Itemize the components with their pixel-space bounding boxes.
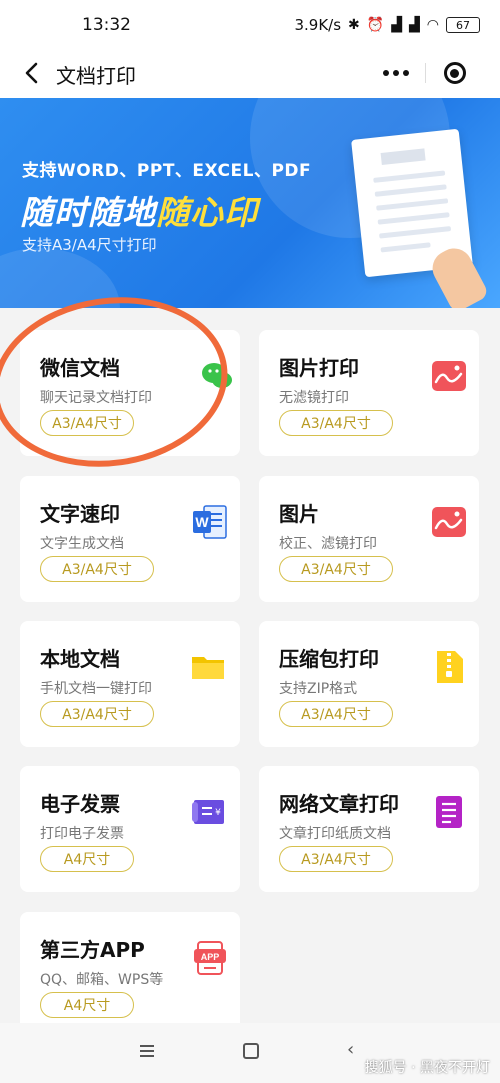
banner-headline-part1: 随时随地	[20, 193, 156, 232]
card-zip-print[interactable]: 压缩包打印 支持ZIP格式 A3/A4尺寸	[259, 621, 479, 747]
card-title: 压缩包打印	[279, 647, 379, 671]
page-title: 文档打印	[56, 64, 136, 88]
alarm-icon: ⏰	[366, 17, 385, 33]
card-subtitle: 支持ZIP格式	[279, 681, 358, 697]
status-indicators: 3.9K/s ✱ ⏰ ▟ ▟ ◠ 67	[294, 16, 480, 34]
card-subtitle: 无滤镜打印	[279, 390, 349, 406]
home-icon[interactable]	[243, 1043, 259, 1059]
card-title: 网络文章打印	[279, 792, 399, 816]
card-subtitle: 打印电子发票	[40, 826, 124, 842]
word-icon: W	[193, 505, 227, 539]
invoice-icon: ¥	[192, 800, 224, 824]
card-subtitle: QQ、邮箱、WPS等	[40, 972, 164, 988]
system-back-icon[interactable]: ‹	[347, 1039, 354, 1060]
size-tag: A3/A4尺寸	[40, 556, 154, 582]
card-title: 图片打印	[279, 356, 359, 380]
card-image-correct[interactable]: 图片 校正、滤镜打印 A3/A4尺寸	[259, 476, 479, 602]
battery-level: 67	[456, 18, 470, 32]
card-text-print[interactable]: 文字速印 文字生成文档 A3/A4尺寸 W	[20, 476, 240, 602]
size-tag: A3/A4尺寸	[40, 701, 154, 727]
close-target-icon[interactable]	[426, 54, 483, 92]
card-title: 第三方APP	[40, 938, 145, 962]
card-title: 图片	[279, 502, 319, 526]
wifi-icon: ◠	[426, 17, 439, 33]
card-image-print[interactable]: 图片打印 无滤镜打印 A3/A4尺寸	[259, 330, 479, 456]
image-icon	[432, 361, 466, 391]
signal-hd-icon: ▟	[391, 17, 402, 33]
app-icon: APP	[194, 941, 226, 975]
card-title: 电子发票	[40, 792, 120, 816]
size-tag: A3/A4尺寸	[279, 556, 393, 582]
battery-icon: 67	[446, 17, 480, 33]
back-arrow-icon[interactable]	[16, 56, 46, 90]
card-third-party-app[interactable]: 第三方APP QQ、邮箱、WPS等 A4尺寸 APP	[20, 912, 240, 1038]
card-local-document[interactable]: 本地文档 手机文档一键打印 A3/A4尺寸	[20, 621, 240, 747]
card-title: 本地文档	[40, 647, 120, 671]
article-icon	[436, 796, 462, 828]
card-title: 文字速印	[40, 502, 120, 526]
banner-headline: 随时随地随心印	[20, 186, 258, 234]
folder-icon	[192, 657, 224, 679]
recent-apps-icon[interactable]	[140, 1045, 154, 1059]
bluetooth-icon: ✱	[348, 17, 360, 33]
app-icon-label: APP	[201, 952, 220, 962]
card-article-print[interactable]: 网络文章打印 文章打印纸质文档 A3/A4尺寸	[259, 766, 479, 892]
signal-hd-icon: ▟	[409, 17, 420, 33]
card-subtitle: 校正、滤镜打印	[279, 536, 377, 552]
size-tag: A3/A4尺寸	[279, 701, 393, 727]
size-tag: A3/A4尺寸	[279, 846, 393, 872]
image-icon	[432, 507, 466, 537]
size-tag: A4尺寸	[40, 846, 134, 872]
banner-headline-part2: 随心印	[156, 193, 258, 232]
word-icon-letter: W	[195, 514, 209, 530]
card-subtitle: 文字生成文档	[40, 536, 124, 552]
status-time: 13:32	[82, 15, 131, 35]
size-tag: A3/A4尺寸	[279, 410, 393, 436]
card-e-invoice[interactable]: 电子发票 打印电子发票 A4尺寸 ¥	[20, 766, 240, 892]
svg-text:¥: ¥	[215, 808, 221, 818]
status-bar: 13:32 3.9K/s ✱ ⏰ ▟ ▟ ◠ 67	[0, 0, 500, 50]
watermark: 搜狐号 · 黑夜不开灯	[364, 1060, 490, 1076]
nav-bar: 文档打印	[0, 50, 500, 98]
banner-size-note: 支持A3/A4尺寸打印	[22, 236, 157, 254]
card-subtitle: 手机文档一键打印	[40, 681, 152, 697]
zip-icon	[437, 651, 463, 683]
network-speed: 3.9K/s	[294, 16, 342, 34]
more-icon[interactable]	[367, 54, 425, 92]
card-subtitle: 文章打印纸质文档	[279, 826, 391, 842]
size-tag: A4尺寸	[40, 992, 134, 1018]
mini-program-capsule	[367, 54, 483, 92]
banner-supported-formats: 支持WORD、PPT、EXCEL、PDF	[22, 161, 312, 181]
promo-banner[interactable]: 支持WORD、PPT、EXCEL、PDF 随时随地随心印 支持A3/A4尺寸打印	[0, 98, 500, 308]
